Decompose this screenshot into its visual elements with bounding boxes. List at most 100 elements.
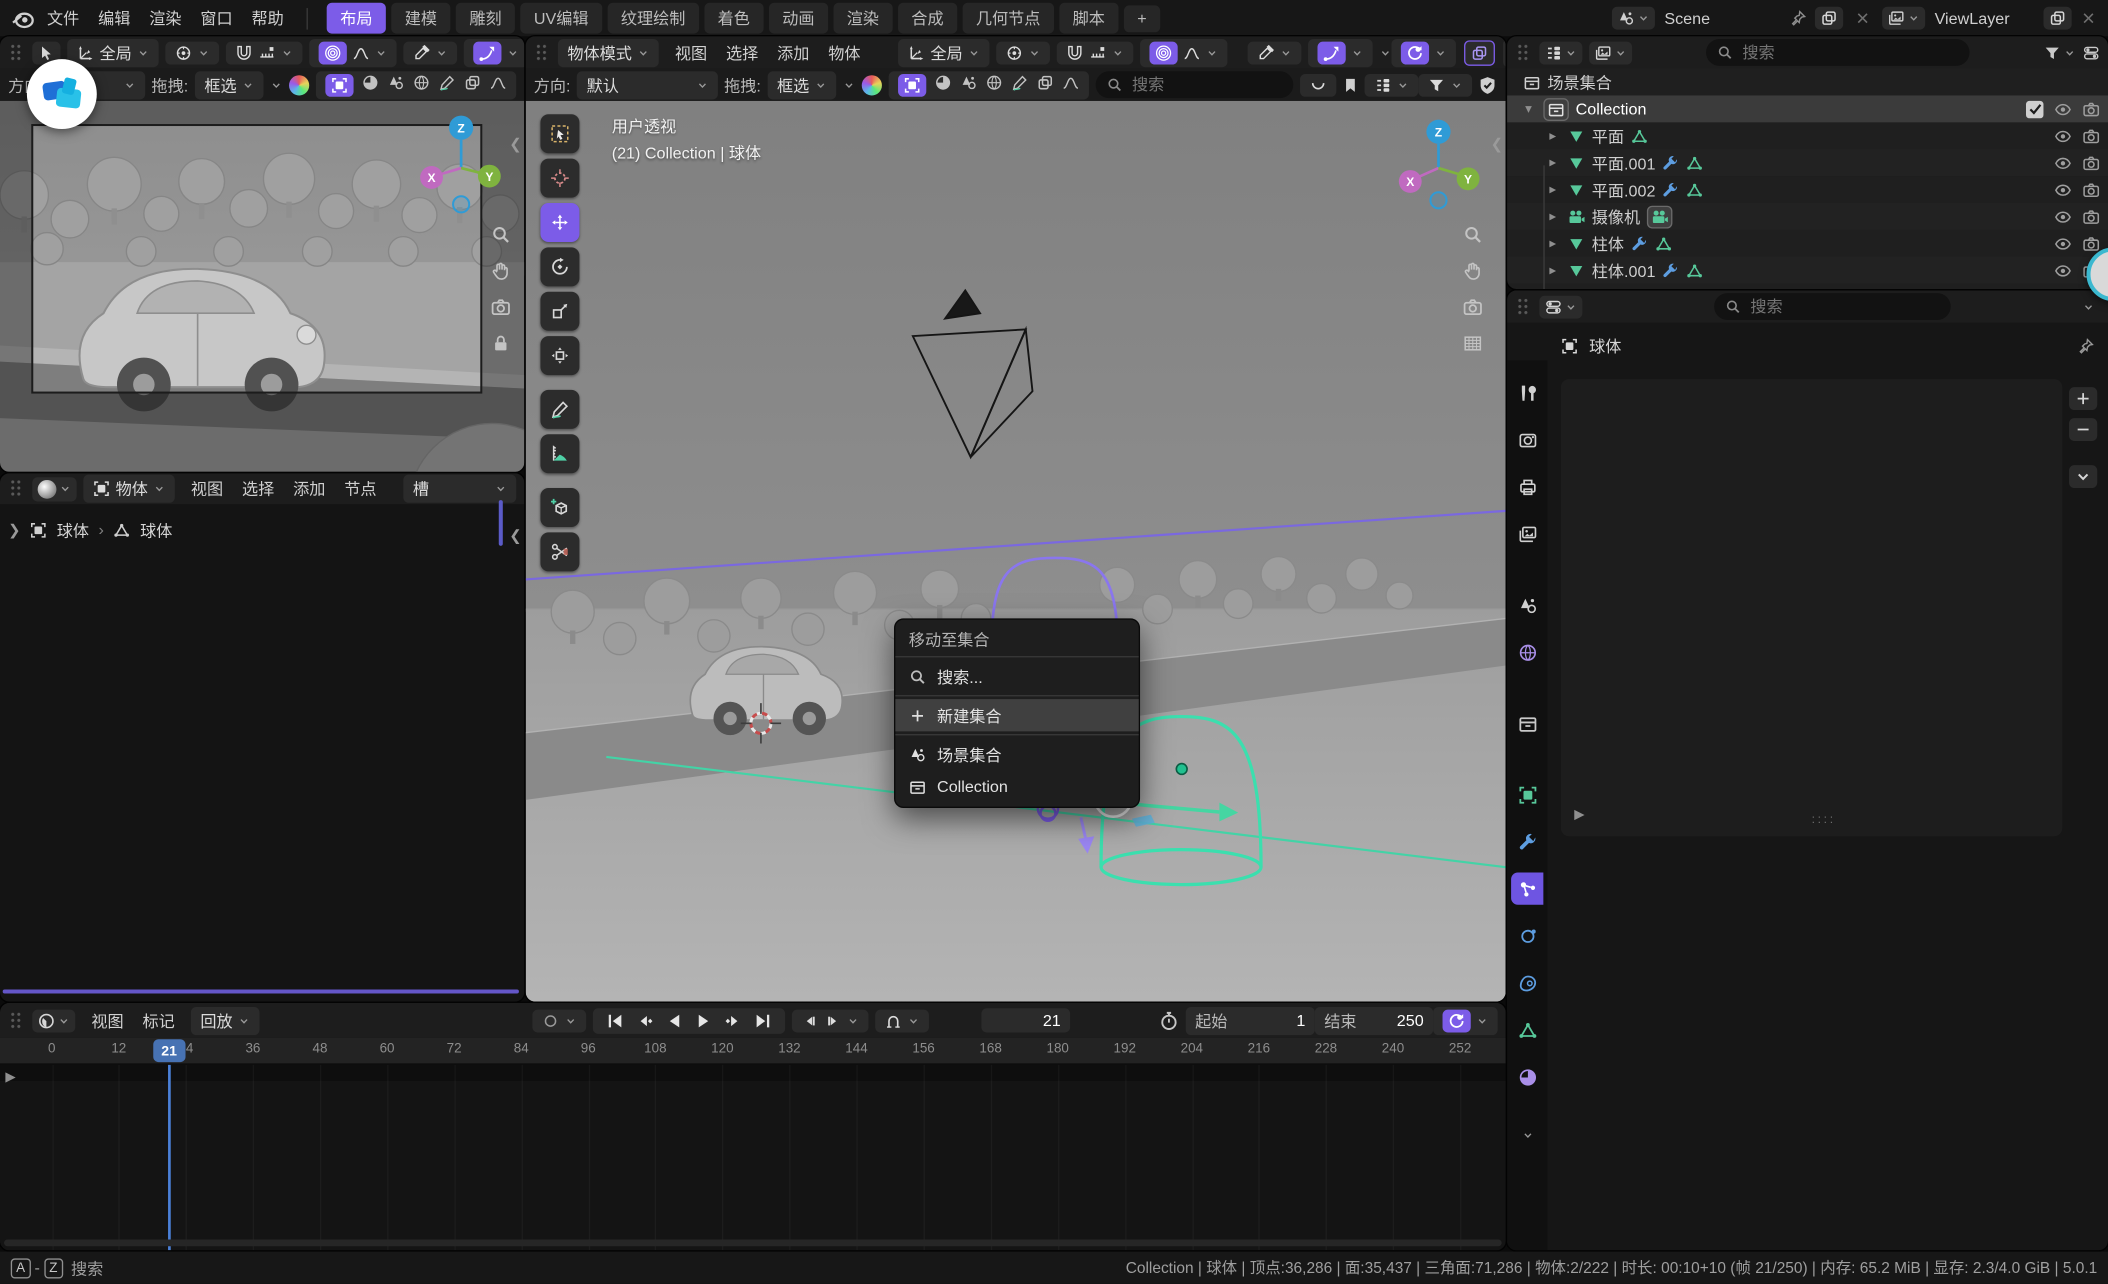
properties-tab-physics[interactable] xyxy=(1511,920,1543,952)
properties-tab-constraints[interactable] xyxy=(1511,967,1543,999)
scale-tool-button[interactable] xyxy=(540,292,579,331)
zoom-icon[interactable] xyxy=(491,225,511,245)
end-frame-field[interactable]: 结束250 xyxy=(1315,1006,1433,1034)
exclude-checkbox[interactable] xyxy=(2026,100,2043,117)
annotate-tool-button[interactable] xyxy=(540,390,579,429)
viewport-menu-添加[interactable]: 添加 xyxy=(768,37,819,68)
properties-search-input[interactable] xyxy=(1748,296,1901,318)
timeline-dopesheet[interactable]: ▶ xyxy=(0,1065,1506,1251)
move-tool-button[interactable] xyxy=(540,203,579,242)
scene-collection-row[interactable]: 场景集合 xyxy=(1507,69,2108,96)
camera-view-icon[interactable] xyxy=(491,297,511,317)
shader-menu-添加[interactable]: 添加 xyxy=(284,473,335,504)
pan-hand-icon[interactable] xyxy=(491,261,511,281)
properties-tab-object-data[interactable] xyxy=(1511,1014,1543,1046)
hide-in-viewport-icon[interactable] xyxy=(2054,208,2071,225)
timeline-scrollbar[interactable] xyxy=(4,1240,1502,1247)
workspace-tab-雕刻[interactable]: 雕刻 xyxy=(456,3,515,34)
object-name[interactable]: Collection xyxy=(1576,99,1647,118)
workspace-tab-UV编辑[interactable]: UV编辑 xyxy=(520,3,602,34)
editor-type-selector[interactable] xyxy=(32,1009,75,1032)
properties-tab-modifiers[interactable] xyxy=(1511,825,1543,857)
workspace-tab-渲染[interactable]: 渲染 xyxy=(833,3,892,34)
hide-in-viewport-icon[interactable] xyxy=(2054,100,2071,117)
proportional-edit-toggle[interactable] xyxy=(319,41,347,64)
properties-tab-material[interactable] xyxy=(1511,1061,1543,1093)
viewport-menu-选择[interactable]: 选择 xyxy=(717,37,768,68)
shading-sphere-icon[interactable] xyxy=(289,75,309,95)
workspace-tab-布局[interactable]: 布局 xyxy=(327,3,386,34)
breadcrumb-object[interactable]: 球体 xyxy=(1589,334,1621,357)
expand-arrow[interactable]: ▸ xyxy=(1545,209,1561,224)
horizontal-scrollbar[interactable] xyxy=(3,989,519,993)
pan-hand-icon[interactable] xyxy=(1463,261,1483,281)
disable-in-renders-icon[interactable] xyxy=(2082,154,2099,171)
zoom-icon[interactable] xyxy=(1463,225,1483,245)
drag-selector[interactable]: 框选 xyxy=(195,71,264,99)
drag-selector[interactable]: 框选 xyxy=(768,71,837,99)
snap-arrow-toggle[interactable] xyxy=(1318,41,1346,64)
add-button[interactable] xyxy=(2069,387,2097,410)
properties-tab-view-layer[interactable] xyxy=(1511,518,1543,550)
chevron-down-icon[interactable] xyxy=(270,79,282,91)
pin-scene-icon[interactable] xyxy=(1789,9,1806,26)
orientation-selector[interactable]: 全局 xyxy=(67,38,158,66)
properties-search[interactable] xyxy=(1714,293,1951,320)
workspace-tab-纹理绘制[interactable]: 纹理绘制 xyxy=(607,3,698,34)
overlay-world-toggle[interactable] xyxy=(985,74,1002,96)
channel-expand-arrow[interactable]: ▶ xyxy=(5,1070,15,1085)
outliner-row-Collection[interactable]: ▾ Collection xyxy=(1507,95,2108,122)
disable-in-renders-icon[interactable] xyxy=(2082,100,2099,117)
outliner-row-平面.001[interactable]: ▸平面.001 xyxy=(1507,149,2108,176)
topbar-menu-文件[interactable]: 文件 xyxy=(38,3,89,34)
cursor-tool-button[interactable] xyxy=(540,159,579,198)
axis-gizmo[interactable]: Z X Y xyxy=(1385,114,1487,211)
object-name[interactable]: 平面.002 xyxy=(1592,178,1656,201)
start-frame-field[interactable]: 起始1 xyxy=(1186,1006,1315,1034)
filter-selector[interactable] xyxy=(2043,44,2075,61)
topbar-menu-编辑[interactable]: 编辑 xyxy=(89,3,140,34)
current-frame-marker[interactable]: 21 xyxy=(153,1039,185,1062)
topbar-menu-帮助[interactable]: 帮助 xyxy=(242,3,293,34)
overlay-world-toggle[interactable] xyxy=(413,74,430,96)
properties-tab-object[interactable] xyxy=(1511,778,1543,810)
outliner-row-摄像机[interactable]: ▸ 摄像机 xyxy=(1507,203,2108,230)
camera-data-icon[interactable] xyxy=(1647,205,1673,228)
pivot-selector[interactable] xyxy=(165,41,219,64)
menu-item-collection[interactable]: Collection xyxy=(895,770,1138,802)
scene-name[interactable]: Scene xyxy=(1655,5,1789,32)
display-mode-selector[interactable] xyxy=(1589,41,1632,64)
shader-menu-视图[interactable]: 视图 xyxy=(182,473,233,504)
chevron-down-icon[interactable] xyxy=(2082,300,2094,312)
object-name[interactable]: 摄像机 xyxy=(1592,205,1640,228)
shader-menu-节点[interactable]: 节点 xyxy=(335,473,386,504)
collapse-arrow[interactable]: ❮ xyxy=(509,527,521,544)
overlay-annotate-toggle[interactable] xyxy=(438,74,455,96)
editor-type-selector[interactable] xyxy=(32,477,76,501)
sync-range-controls[interactable] xyxy=(1433,1006,1498,1034)
shader-type-selector[interactable]: 物体 xyxy=(83,475,174,503)
snap-controls[interactable] xyxy=(1057,41,1134,64)
disable-in-renders-icon[interactable] xyxy=(2082,181,2099,198)
play-button[interactable] xyxy=(694,1010,714,1030)
todesk-logo-overlay[interactable] xyxy=(27,59,97,129)
measure-tool-button[interactable] xyxy=(540,434,579,473)
expand-arrow[interactable]: ▾ xyxy=(1521,102,1537,117)
outliner-sync-selector[interactable] xyxy=(1365,73,1419,96)
filter-selector[interactable] xyxy=(1418,73,1472,96)
scene-type-selector[interactable] xyxy=(1612,7,1655,30)
new-scene-button[interactable] xyxy=(1815,7,1843,30)
sync-toggle[interactable] xyxy=(1401,41,1429,64)
camera-preview-scene[interactable]: Z X Y xyxy=(0,101,524,472)
breadcrumb-object[interactable]: 球体 xyxy=(57,518,89,541)
chevron-down-icon[interactable] xyxy=(1379,46,1391,58)
disable-in-renders-icon[interactable] xyxy=(2082,127,2099,144)
overlay-scene-toggle[interactable] xyxy=(387,74,404,96)
sync-lock-selector[interactable] xyxy=(1392,38,1457,66)
overlay-material-toggle[interactable] xyxy=(362,74,379,96)
annotation-bookmark-icon[interactable] xyxy=(1342,76,1359,93)
overlay-scene-toggle[interactable] xyxy=(960,74,977,96)
pivot-selector[interactable] xyxy=(996,41,1050,64)
remove-button[interactable] xyxy=(2069,418,2097,441)
sync-toggle[interactable] xyxy=(1443,1009,1471,1032)
